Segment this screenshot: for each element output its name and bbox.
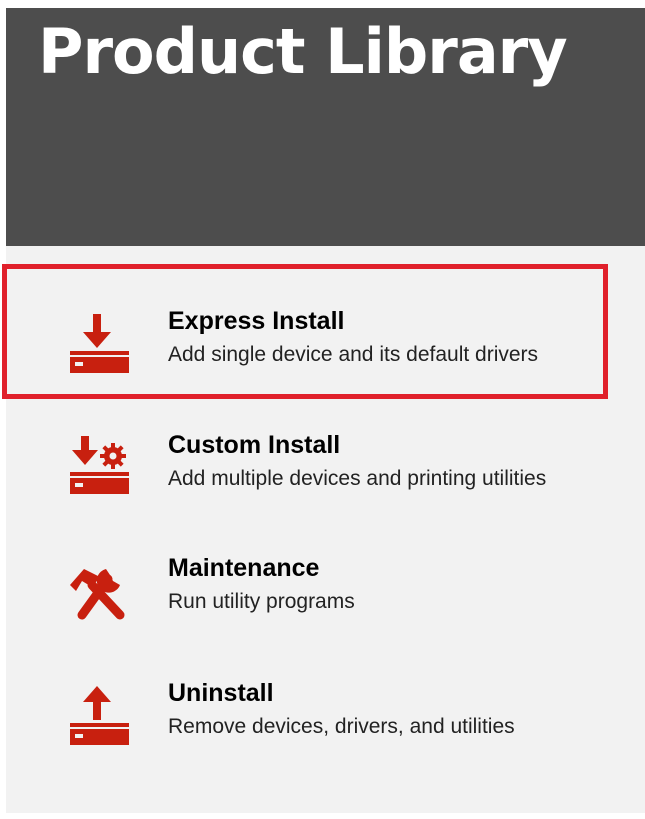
menu-item-maintenance[interactable]: Maintenance Run utility programs [6,543,645,663]
product-library-window: Product Library Express Install Add sing… [6,8,645,813]
menu-item-label: Custom Install [168,431,341,459]
menu-item-description: Run utility programs [168,590,355,613]
header-bar: Product Library [6,8,645,246]
selection-highlight [2,264,608,399]
download-gear-icon [62,432,132,502]
app-title: Product Library [38,15,568,88]
menu-item-uninstall[interactable]: Uninstall Remove devices, drivers, and u… [6,668,645,788]
menu-item-label: Uninstall [168,679,274,707]
upload-icon [62,678,132,748]
menu-item-label: Maintenance [168,554,320,582]
menu-item-description: Add multiple devices and printing utilit… [168,467,547,490]
menu-item-custom-install[interactable]: Custom Install Add multiple devices and … [6,418,645,538]
menu-item-description: Remove devices, drivers, and utilities [168,715,515,738]
hammer-wrench-icon [62,555,132,625]
